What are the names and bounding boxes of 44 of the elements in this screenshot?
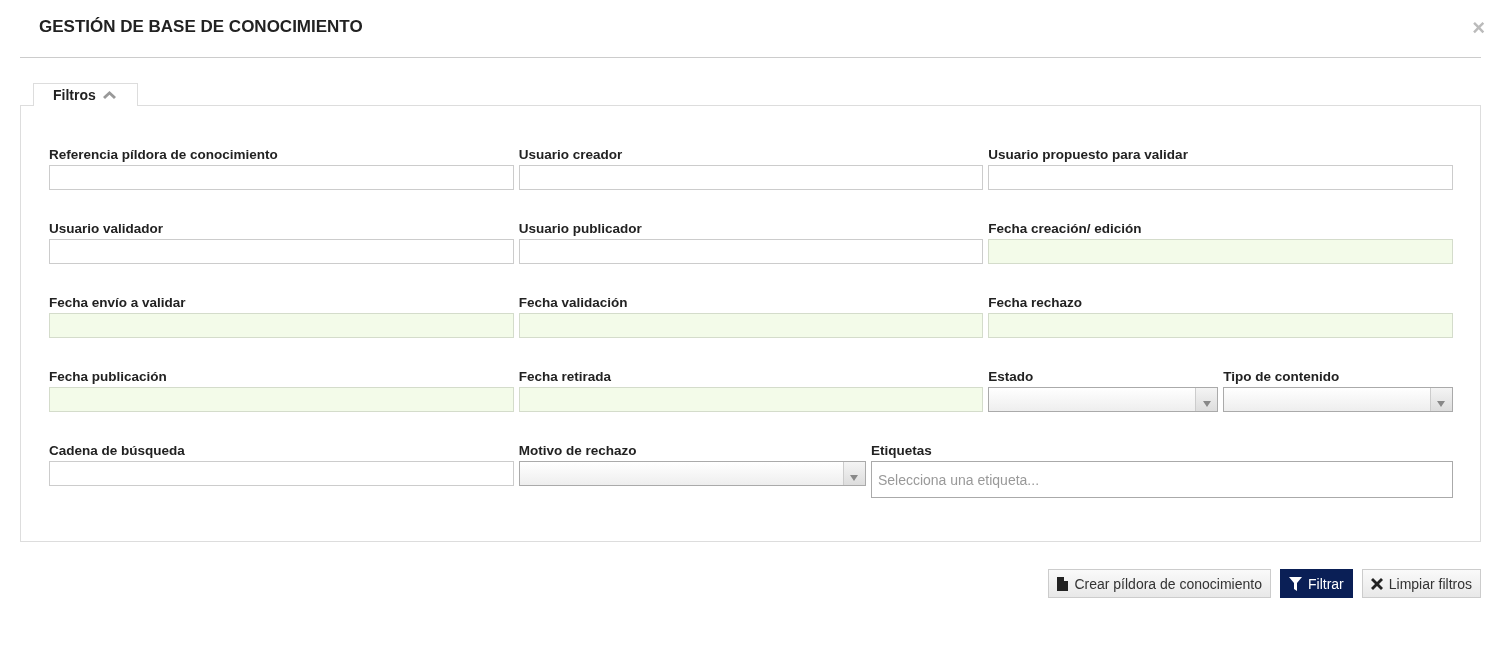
field-label: Usuario propuesto para validar <box>988 146 1189 163</box>
field-label: Fecha retirada <box>518 368 612 385</box>
filters-tab[interactable]: Filtros <box>33 83 138 106</box>
dropdown-arrow-icon <box>850 475 859 481</box>
clear-filters-button[interactable]: Limpiar filtros <box>1361 569 1481 598</box>
field-label: Fecha rechazo <box>988 294 1084 311</box>
text-field[interactable] <box>49 165 514 190</box>
document-icon <box>1057 576 1069 591</box>
field-label: Etiquetas <box>870 442 933 459</box>
date-field[interactable] <box>49 313 514 338</box>
date-field[interactable] <box>518 387 984 412</box>
dropdown-field[interactable] <box>518 461 866 486</box>
field-label: Fecha envío a validar <box>49 294 187 311</box>
text-field[interactable] <box>49 461 514 486</box>
text-field[interactable] <box>49 239 514 264</box>
dialog-title: GESTIÓN DE BASE DE CONOCIMIENTO <box>39 17 363 37</box>
chevron-up-icon <box>102 91 116 99</box>
dropdown-arrow-icon <box>1202 401 1211 407</box>
tags-field[interactable]: Selecciona una etiqueta... <box>870 461 1453 498</box>
field-label: Fecha publicación <box>49 368 168 385</box>
field-label: Usuario creador <box>518 146 624 163</box>
close-icon <box>1370 577 1383 590</box>
create-button[interactable]: Crear píldora de conocimiento <box>1048 569 1271 598</box>
date-field[interactable] <box>988 239 1453 264</box>
field-label: Tipo de contenido <box>1223 368 1341 385</box>
field-label: Usuario validador <box>49 220 165 237</box>
field-label: Usuario publicador <box>518 220 643 237</box>
filter-button[interactable]: Filtrar <box>1279 569 1353 598</box>
field-label: Motivo de rechazo <box>518 442 638 459</box>
field-label: Estado <box>988 368 1035 385</box>
dropdown-field[interactable] <box>1223 387 1453 412</box>
field-label: Fecha validación <box>518 294 629 311</box>
text-field[interactable] <box>518 239 984 264</box>
filter-icon <box>1288 576 1302 591</box>
date-field[interactable] <box>49 387 514 412</box>
text-field[interactable] <box>518 165 984 190</box>
field-label: Fecha creación/ edición <box>988 220 1143 237</box>
dropdown-field[interactable] <box>988 387 1219 412</box>
dropdown-arrow-icon <box>1437 401 1446 407</box>
date-field[interactable] <box>988 313 1453 338</box>
text-field[interactable] <box>988 165 1453 190</box>
field-label: Cadena de búsqueda <box>49 442 186 459</box>
field-label: Referencia píldora de conocimiento <box>49 146 279 163</box>
date-field[interactable] <box>518 313 984 338</box>
